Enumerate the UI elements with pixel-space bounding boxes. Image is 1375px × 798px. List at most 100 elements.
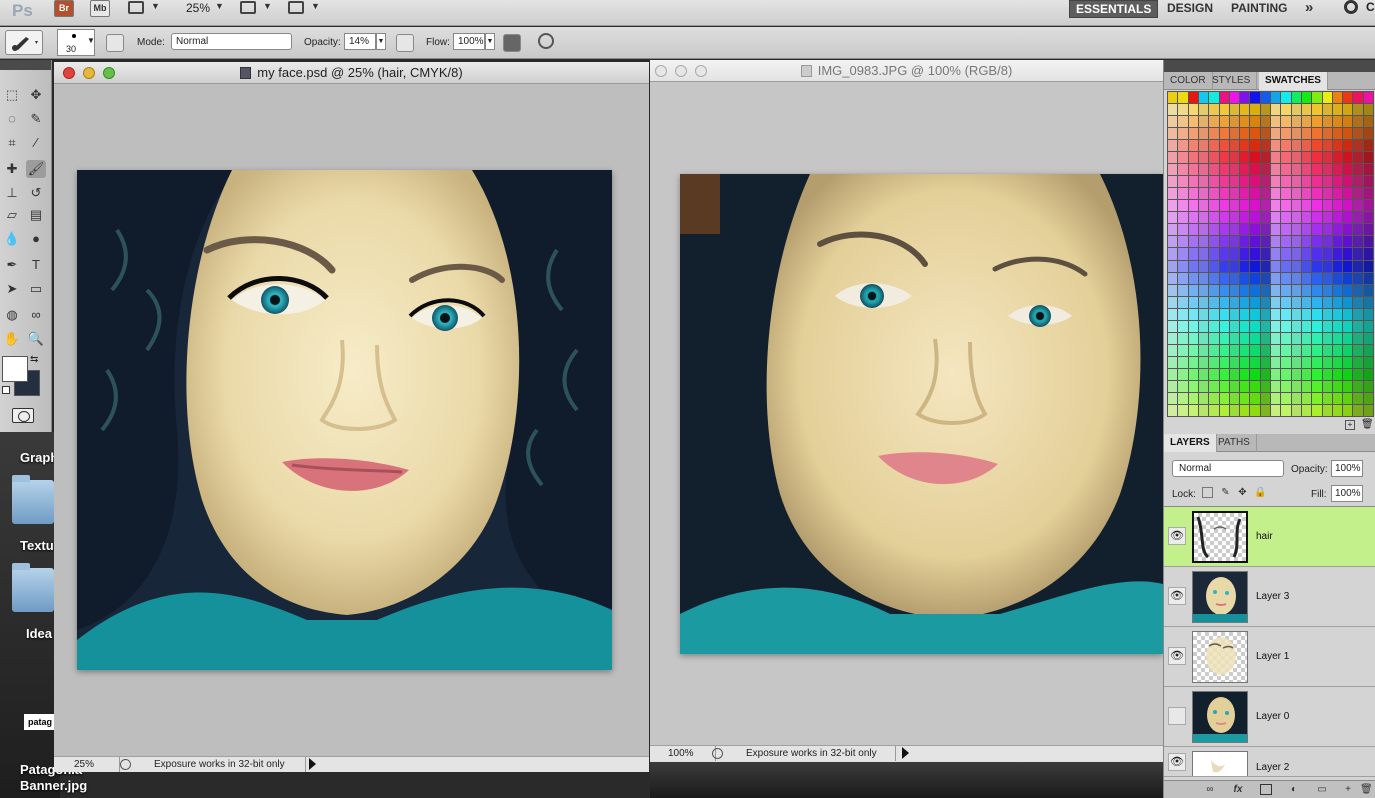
- color-swatch[interactable]: [1260, 164, 1270, 176]
- color-swatch[interactable]: [1168, 308, 1178, 320]
- status-options-icon[interactable]: [712, 748, 723, 759]
- color-swatch[interactable]: [1209, 212, 1219, 224]
- add-mask-icon[interactable]: [1260, 784, 1272, 795]
- color-swatch[interactable]: [1363, 392, 1373, 404]
- color-swatch[interactable]: [1363, 92, 1373, 104]
- color-swatch[interactable]: [1219, 380, 1229, 392]
- mode-select[interactable]: Normal: [171, 33, 292, 50]
- color-swatch[interactable]: [1281, 200, 1291, 212]
- color-swatch[interactable]: [1271, 260, 1281, 272]
- color-swatch[interactable]: [1219, 224, 1229, 236]
- color-swatch[interactable]: [1198, 128, 1209, 140]
- color-swatch[interactable]: [1178, 212, 1188, 224]
- color-swatch[interactable]: [1291, 200, 1301, 212]
- 3d-orbit-tool-icon[interactable]: ∞: [26, 306, 46, 324]
- color-swatch[interactable]: [1271, 176, 1281, 188]
- opacity-slider-toggle[interactable]: ▼: [376, 33, 386, 50]
- color-swatch[interactable]: [1363, 332, 1373, 344]
- color-swatch[interactable]: [1209, 320, 1219, 332]
- color-swatch[interactable]: [1322, 176, 1332, 188]
- color-swatch[interactable]: [1229, 284, 1240, 296]
- chevron-down-icon[interactable]: ▼: [215, 1, 224, 11]
- color-swatch[interactable]: [1271, 140, 1281, 152]
- color-swatch[interactable]: [1343, 92, 1353, 104]
- color-swatch[interactable]: [1332, 164, 1343, 176]
- color-swatch[interactable]: [1281, 176, 1291, 188]
- color-swatch[interactable]: [1271, 356, 1281, 368]
- adjustment-layer-icon[interactable]: ◐: [1288, 784, 1300, 795]
- color-swatch[interactable]: [1322, 260, 1332, 272]
- color-swatch[interactable]: [1188, 284, 1198, 296]
- color-swatch[interactable]: [1209, 176, 1219, 188]
- color-swatch[interactable]: [1291, 140, 1301, 152]
- color-swatch[interactable]: [1301, 332, 1312, 344]
- color-swatch[interactable]: [1363, 224, 1373, 236]
- color-swatch[interactable]: [1281, 128, 1291, 140]
- zoom-level[interactable]: 25%: [186, 0, 210, 16]
- color-swatch[interactable]: [1353, 140, 1363, 152]
- move-tool-icon[interactable]: ✥: [26, 86, 46, 104]
- color-swatch[interactable]: [1188, 332, 1198, 344]
- color-swatch[interactable]: [1312, 236, 1322, 248]
- color-swatch[interactable]: [1363, 308, 1373, 320]
- status-options-icon[interactable]: [120, 759, 131, 770]
- color-swatch[interactable]: [1250, 404, 1260, 416]
- hand-tool-icon[interactable]: ✋: [2, 330, 22, 348]
- crop-tool-icon[interactable]: ⌗: [2, 134, 22, 152]
- color-swatch[interactable]: [1168, 104, 1178, 116]
- visibility-eye-icon[interactable]: 👁: [1168, 587, 1186, 605]
- color-swatch[interactable]: [1312, 140, 1322, 152]
- color-swatch[interactable]: [1229, 152, 1240, 164]
- color-swatch[interactable]: [1322, 248, 1332, 260]
- color-swatch[interactable]: [1219, 176, 1229, 188]
- color-swatch[interactable]: [1260, 404, 1270, 416]
- brush-panel-toggle-icon[interactable]: [106, 34, 124, 52]
- opacity-input[interactable]: 14%: [344, 33, 376, 50]
- color-swatch[interactable]: [1260, 260, 1270, 272]
- color-swatch[interactable]: [1332, 200, 1343, 212]
- color-swatch[interactable]: [1363, 164, 1373, 176]
- color-swatch[interactable]: [1240, 320, 1250, 332]
- color-swatch[interactable]: [1363, 272, 1373, 284]
- arrange-documents-icon[interactable]: [240, 1, 256, 14]
- color-swatch[interactable]: [1363, 248, 1373, 260]
- color-swatch[interactable]: [1353, 392, 1363, 404]
- eraser-tool-icon[interactable]: ▱: [2, 206, 22, 224]
- color-swatch[interactable]: [1281, 284, 1291, 296]
- color-swatch[interactable]: [1188, 176, 1198, 188]
- color-swatch[interactable]: [1363, 344, 1373, 356]
- color-swatch[interactable]: [1291, 248, 1301, 260]
- color-swatch[interactable]: [1168, 380, 1178, 392]
- color-swatch[interactable]: [1363, 140, 1373, 152]
- workspace-essentials[interactable]: ESSENTIALS: [1069, 0, 1159, 18]
- color-swatch[interactable]: [1209, 140, 1219, 152]
- color-swatch[interactable]: [1301, 164, 1312, 176]
- color-swatch[interactable]: [1322, 224, 1332, 236]
- color-swatch[interactable]: [1260, 368, 1270, 380]
- color-swatch[interactable]: [1168, 92, 1178, 104]
- gradient-tool-icon[interactable]: ▤: [26, 206, 46, 224]
- color-swatch[interactable]: [1281, 392, 1291, 404]
- color-swatch[interactable]: [1301, 368, 1312, 380]
- color-swatch[interactable]: [1281, 296, 1291, 308]
- color-swatch[interactable]: [1332, 224, 1343, 236]
- color-swatch[interactable]: [1240, 140, 1250, 152]
- color-swatch[interactable]: [1353, 176, 1363, 188]
- color-swatch[interactable]: [1271, 128, 1281, 140]
- color-swatch[interactable]: [1240, 116, 1250, 128]
- status-zoom-field[interactable]: 25%: [56, 757, 120, 772]
- color-swatch[interactable]: [1271, 368, 1281, 380]
- color-swatch[interactable]: [1209, 272, 1219, 284]
- color-swatch[interactable]: [1291, 392, 1301, 404]
- color-swatch[interactable]: [1168, 320, 1178, 332]
- document-title-bar[interactable]: my face.psd @ 25% (hair, CMYK/8): [54, 62, 649, 84]
- color-swatch[interactable]: [1343, 104, 1353, 116]
- color-swatch[interactable]: [1250, 392, 1260, 404]
- color-swatch[interactable]: [1281, 188, 1291, 200]
- color-swatch[interactable]: [1178, 176, 1188, 188]
- color-swatch[interactable]: [1301, 200, 1312, 212]
- color-swatch[interactable]: [1343, 212, 1353, 224]
- color-swatch[interactable]: [1209, 392, 1219, 404]
- color-swatch[interactable]: [1178, 392, 1188, 404]
- color-swatch[interactable]: [1291, 164, 1301, 176]
